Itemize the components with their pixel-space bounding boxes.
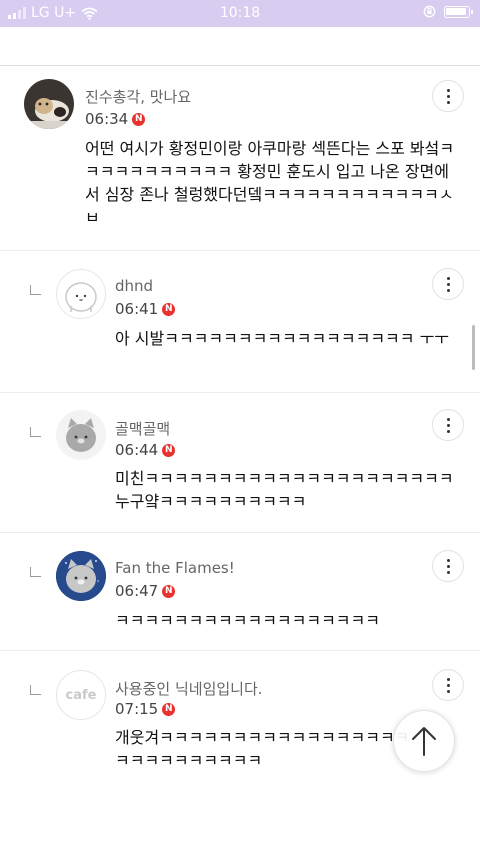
cafe-logo-avatar[interactable]: cafe	[56, 670, 106, 720]
comment-text: ㅋㅋㅋㅋㅋㅋㅋㅋㅋㅋㅋㅋㅋㅋㅋㅋㅋㅋ	[115, 611, 380, 630]
new-badge: N	[162, 702, 176, 716]
reply-indicator-icon	[30, 427, 41, 437]
comment-meta: 07:15 N	[115, 700, 176, 718]
comment-meta: 06:47 N	[115, 582, 176, 600]
comment-nickname[interactable]: 골맥골맥	[115, 418, 170, 439]
avatar[interactable]	[56, 410, 106, 460]
new-badge: N	[162, 443, 176, 457]
comment-nickname[interactable]: 사용중인 닉네임입니다.	[115, 678, 263, 699]
reply-indicator-icon	[30, 285, 41, 295]
comment-text: 개웃겨ㅋㅋㅋㅋㅋㅋㅋㅋㅋㅋㅋㅋㅋㅋㅋㅋㅋㅋㅋㅋㅋㅋㅋㅋㅋㅋㅋ	[115, 728, 410, 770]
more-options-button[interactable]	[432, 409, 464, 441]
reply-item: Fan the Flames! 06:47 N ㅋㅋㅋㅋㅋㅋㅋㅋㅋㅋㅋㅋㅋㅋㅋㅋ…	[0, 533, 480, 651]
comment-meta: 06:34 N	[85, 110, 146, 128]
more-vertical-icon	[446, 677, 450, 693]
new-badge: N	[162, 302, 176, 316]
avatar[interactable]	[24, 79, 74, 129]
cafe-logo-text: cafe	[65, 687, 97, 703]
arrow-up-icon	[412, 727, 436, 756]
scrollbar[interactable]	[472, 325, 475, 370]
more-vertical-icon	[446, 88, 450, 104]
more-options-button[interactable]	[432, 550, 464, 582]
comment-meta: 06:41 N	[115, 300, 176, 318]
status-bar: LG U+ 10:18	[0, 0, 480, 27]
reply-indicator-icon	[30, 685, 41, 695]
avatar[interactable]	[56, 551, 106, 601]
comment-nickname[interactable]: Fan the Flames!	[115, 559, 235, 577]
more-options-button[interactable]	[432, 268, 464, 300]
comment-text: 아 시발ㅋㅋㅋㅋㅋㅋㅋㅋㅋㅋㅋㅋㅋㅋㅋㅋㅋ ㅜㅜ	[115, 329, 450, 348]
comment-time: 06:34	[85, 110, 129, 128]
scroll-to-top-button[interactable]	[393, 710, 455, 772]
status-right	[423, 5, 473, 18]
comment-time: 06:47	[115, 582, 159, 600]
more-options-button[interactable]	[432, 669, 464, 701]
reply-item: dhnd 06:41 N 아 시발ㅋㅋㅋㅋㅋㅋㅋㅋㅋㅋㅋㅋㅋㅋㅋㅋㅋ ㅜㅜ	[0, 251, 480, 393]
reply-item: 골맥골맥 06:44 N 미친ㅋㅋㅋㅋㅋㅋㅋㅋㅋㅋㅋㅋㅋㅋㅋㅋㅋㅋㅋㅋㅋ누구얔ㅋ…	[0, 393, 480, 533]
more-vertical-icon	[446, 417, 450, 433]
reply-indicator-icon	[30, 567, 41, 577]
more-options-button[interactable]	[432, 80, 464, 112]
avatar[interactable]	[56, 269, 106, 319]
comment-nickname[interactable]: dhnd	[115, 277, 153, 295]
comment-nickname[interactable]: 진수총각, 맛나요	[85, 86, 191, 107]
more-vertical-icon	[446, 276, 450, 292]
comment-item: 진수총각, 맛나요 06:34 N 어떤 여시가 황정민이랑 아쿠마랑 섹뜬다는…	[0, 66, 480, 251]
comment-time: 07:15	[115, 700, 159, 718]
comment-meta: 06:44 N	[115, 441, 176, 459]
comment-text: 미친ㅋㅋㅋㅋㅋㅋㅋㅋㅋㅋㅋㅋㅋㅋㅋㅋㅋㅋㅋㅋㅋ누구얔ㅋㅋㅋㅋㅋㅋㅋㅋㅋㅋ	[115, 469, 454, 511]
new-badge: N	[162, 584, 176, 598]
comment-time: 06:41	[115, 300, 159, 318]
battery-icon	[444, 5, 473, 18]
new-badge: N	[132, 112, 146, 126]
comment-time: 06:44	[115, 441, 159, 459]
comment-text: 어떤 여시가 황정민이랑 아쿠마랑 섹뜬다는 스포 봐섴ㅋㅋㅋㅋㅋㅋㅋㅋㅋㅋㅋ …	[85, 139, 455, 227]
clock: 10:18	[219, 5, 261, 21]
rotation-lock-icon	[423, 5, 436, 18]
more-vertical-icon	[446, 558, 450, 574]
